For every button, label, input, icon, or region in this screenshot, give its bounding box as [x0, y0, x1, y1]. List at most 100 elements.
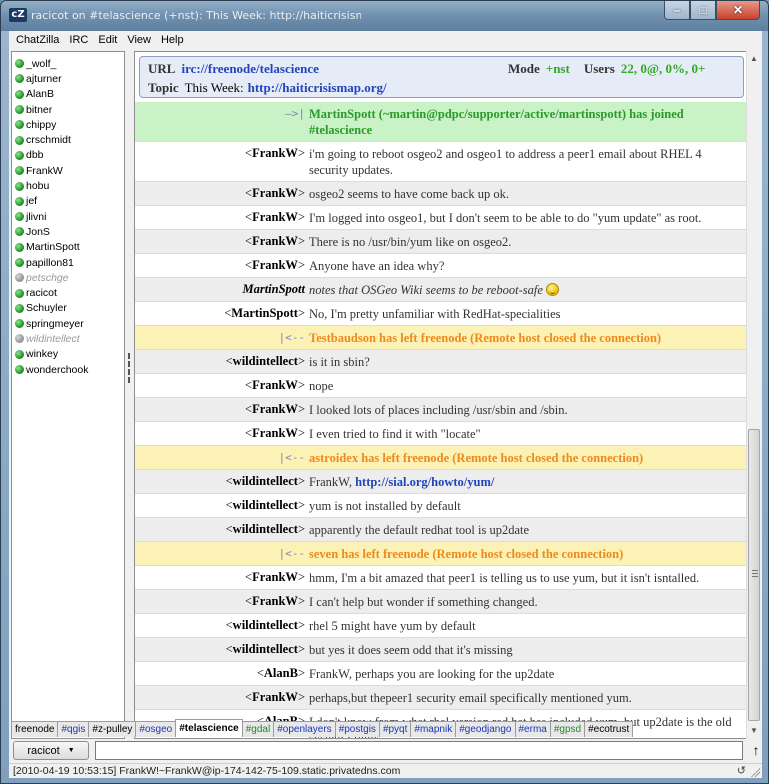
user-nickname: jlivni: [26, 210, 47, 223]
user-nickname: AlanB: [26, 88, 55, 101]
close-button[interactable]: ✕: [716, 1, 760, 20]
resize-grip-icon[interactable]: [750, 767, 760, 777]
tab-geodjango[interactable]: #geodjango: [455, 721, 516, 737]
message-body: is it in sbin?: [307, 350, 747, 373]
user-list-item[interactable]: springmeyer: [12, 316, 124, 331]
splitter-grip[interactable]: [127, 351, 131, 471]
menu-irc[interactable]: IRC: [64, 34, 93, 46]
tab-telascience[interactable]: #telascience: [175, 719, 243, 737]
user-nickname: papillon81: [26, 256, 74, 269]
tab-erma[interactable]: #erma: [514, 721, 551, 737]
user-list-item[interactable]: Schuyler: [12, 301, 124, 316]
user-list-item[interactable]: dbb: [12, 148, 124, 163]
nickname-button[interactable]: racicot ▼: [13, 741, 89, 760]
nick-name[interactable]: FrankW: [252, 570, 298, 584]
nick-name[interactable]: FrankW: [252, 426, 298, 440]
message-text: i'm going to reboot osgeo2 and osgeo1 to…: [309, 147, 702, 177]
user-list-item[interactable]: hobu: [12, 178, 124, 193]
title-bar[interactable]: cZ racicot on #telascience (+nst): This …: [1, 1, 768, 31]
nick-name[interactable]: FrankW: [252, 234, 298, 248]
message-body: yum is not installed by default: [307, 494, 747, 517]
user-list-item[interactable]: chippy: [12, 117, 124, 132]
user-nickname: hobu: [26, 180, 50, 193]
user-list-item[interactable]: MartinSpott: [12, 240, 124, 255]
scrollbar-thumb[interactable]: [748, 429, 760, 721]
user-away-icon: [15, 273, 24, 283]
nick-name[interactable]: FrankW: [252, 378, 298, 392]
user-list-item[interactable]: ajturner: [12, 71, 124, 86]
message-row: <wildintellect> yum is not installed by d…: [135, 494, 747, 518]
user-list-item[interactable]: wildintellect: [12, 331, 124, 346]
user-nickname: MartinSpott: [26, 241, 80, 254]
menu-edit[interactable]: Edit: [93, 34, 122, 46]
tab-z-pulley[interactable]: #z-pulley: [88, 721, 137, 737]
user-list[interactable]: _wolf_ ajturner AlanB bitner chippy crschmidt…: [11, 51, 125, 739]
user-list-item[interactable]: AlanB: [12, 87, 124, 102]
chat-scrollbar[interactable]: ▲ ▼: [746, 51, 760, 739]
multiline-toggle-icon[interactable]: ↑: [751, 741, 761, 759]
user-list-item[interactable]: wonderchook: [12, 362, 124, 377]
user-list-item[interactable]: bitner: [12, 102, 124, 117]
user-list-item[interactable]: JonS: [12, 224, 124, 239]
quit-arrow-icon: |<--: [278, 331, 306, 344]
tab-gpsd[interactable]: #gpsd: [549, 721, 586, 737]
user-list-item[interactable]: petschge: [12, 270, 124, 285]
user-list-item[interactable]: papillon81: [12, 255, 124, 270]
user-nickname: FrankW: [26, 164, 63, 177]
nick-name[interactable]: MartinSpott: [231, 306, 298, 320]
nick-name[interactable]: FrankW: [252, 402, 298, 416]
nick-name[interactable]: AlanB: [264, 666, 298, 680]
message-row: |<-- astroidex has left freenode (Remote …: [135, 446, 747, 470]
tab-osgeo[interactable]: #osgeo: [135, 721, 177, 737]
user-nickname: crschmidt: [26, 134, 71, 147]
menu-view[interactable]: View: [122, 34, 156, 46]
nick-name[interactable]: FrankW: [252, 186, 298, 200]
tab-freenode[interactable]: freenode: [11, 721, 59, 737]
nick-name[interactable]: wildintellect: [233, 498, 298, 512]
message-nick: <wildintellect>: [225, 642, 305, 656]
tab-ecotrust[interactable]: #ecotrust: [584, 721, 634, 737]
tab-openlayers[interactable]: #openlayers: [273, 721, 336, 737]
user-list-item[interactable]: crschmidt: [12, 132, 124, 147]
nick-name[interactable]: wildintellect: [233, 642, 298, 656]
message-link[interactable]: http://sial.org/howto/yum/: [355, 475, 494, 489]
user-list-item[interactable]: winkey: [12, 347, 124, 362]
user-online-icon: [15, 319, 24, 329]
scroll-up-icon[interactable]: ▲: [747, 51, 761, 67]
nick-name[interactable]: FrankW: [252, 594, 298, 608]
menu-chatzilla[interactable]: ChatZilla: [11, 34, 64, 46]
message-text: I even tried to find it with "locate": [309, 427, 481, 441]
nick-name[interactable]: FrankW: [252, 146, 298, 160]
message-nick: <FrankW>: [245, 378, 305, 392]
tab-gdal[interactable]: #gdal: [241, 721, 275, 737]
tab-pyqt[interactable]: #pyqt: [378, 721, 412, 737]
user-list-item[interactable]: jlivni: [12, 209, 124, 224]
message-input-box[interactable]: [95, 741, 743, 760]
menu-help[interactable]: Help: [156, 34, 189, 46]
user-list-item[interactable]: racicot: [12, 285, 124, 300]
message-input[interactable]: [96, 742, 742, 759]
scroll-down-icon[interactable]: ▼: [747, 723, 761, 739]
message-body: I even tried to find it with "locate": [307, 422, 747, 445]
user-list-item[interactable]: _wolf_: [12, 56, 124, 71]
user-list-item[interactable]: FrankW: [12, 163, 124, 178]
channel-url-link[interactable]: irc://freenode/telascience: [181, 61, 318, 77]
topic-link[interactable]: http://haiticrisismap.org/: [248, 80, 387, 96]
message-body: I looked lots of places including /usr/s…: [307, 398, 747, 421]
tab-mapnik[interactable]: #mapnik: [410, 721, 457, 737]
minimize-button[interactable]: –: [664, 1, 690, 20]
nick-name[interactable]: wildintellect: [233, 474, 298, 488]
nick-name[interactable]: wildintellect: [233, 618, 298, 632]
user-online-icon: [15, 181, 24, 191]
nick-name[interactable]: FrankW: [252, 210, 298, 224]
nick-name[interactable]: wildintellect: [233, 354, 298, 368]
maximize-button[interactable]: □: [690, 1, 716, 20]
nick-name[interactable]: FrankW: [252, 690, 298, 704]
nick-name[interactable]: wildintellect: [233, 522, 298, 536]
nick-name[interactable]: MartinSpott: [242, 282, 305, 296]
user-list-item[interactable]: jef: [12, 194, 124, 209]
tab-postgis[interactable]: #postgis: [334, 721, 380, 737]
message-body: i'm going to reboot osgeo2 and osgeo1 to…: [307, 142, 747, 181]
tab-qgis[interactable]: #qgis: [57, 721, 90, 737]
nick-name[interactable]: FrankW: [252, 258, 298, 272]
